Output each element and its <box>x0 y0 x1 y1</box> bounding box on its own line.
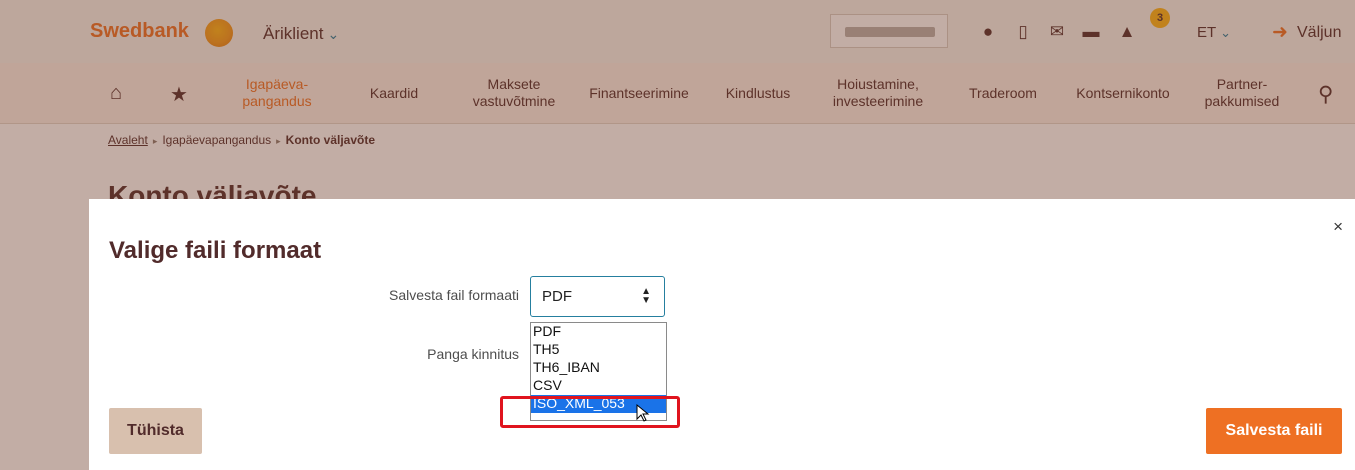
save-file-button[interactable]: Salvesta faili <box>1206 408 1342 454</box>
format-label: Salvesta fail formaati <box>389 287 519 303</box>
file-format-dialog: × Valige faili formaat Salvesta fail for… <box>89 199 1355 470</box>
format-option-th5[interactable]: TH5 <box>531 341 666 359</box>
format-option-pdf[interactable]: PDF <box>531 323 666 341</box>
mouse-cursor-icon <box>636 403 650 422</box>
dialog-title: Valige faili formaat <box>109 237 322 264</box>
format-option-th6-iban[interactable]: TH6_IBAN <box>531 359 666 377</box>
select-arrows-icon: ▲ ▼ <box>641 286 651 306</box>
annotation-highlight-box <box>500 396 680 428</box>
close-icon[interactable]: × <box>1333 217 1343 237</box>
bank-confirmation-label: Panga kinnitus <box>427 346 519 362</box>
format-select-value: PDF <box>542 288 572 305</box>
cancel-button[interactable]: Tühista <box>109 408 202 454</box>
format-select[interactable]: PDF ▲ ▼ <box>530 276 665 317</box>
format-option-csv[interactable]: CSV <box>531 377 666 395</box>
